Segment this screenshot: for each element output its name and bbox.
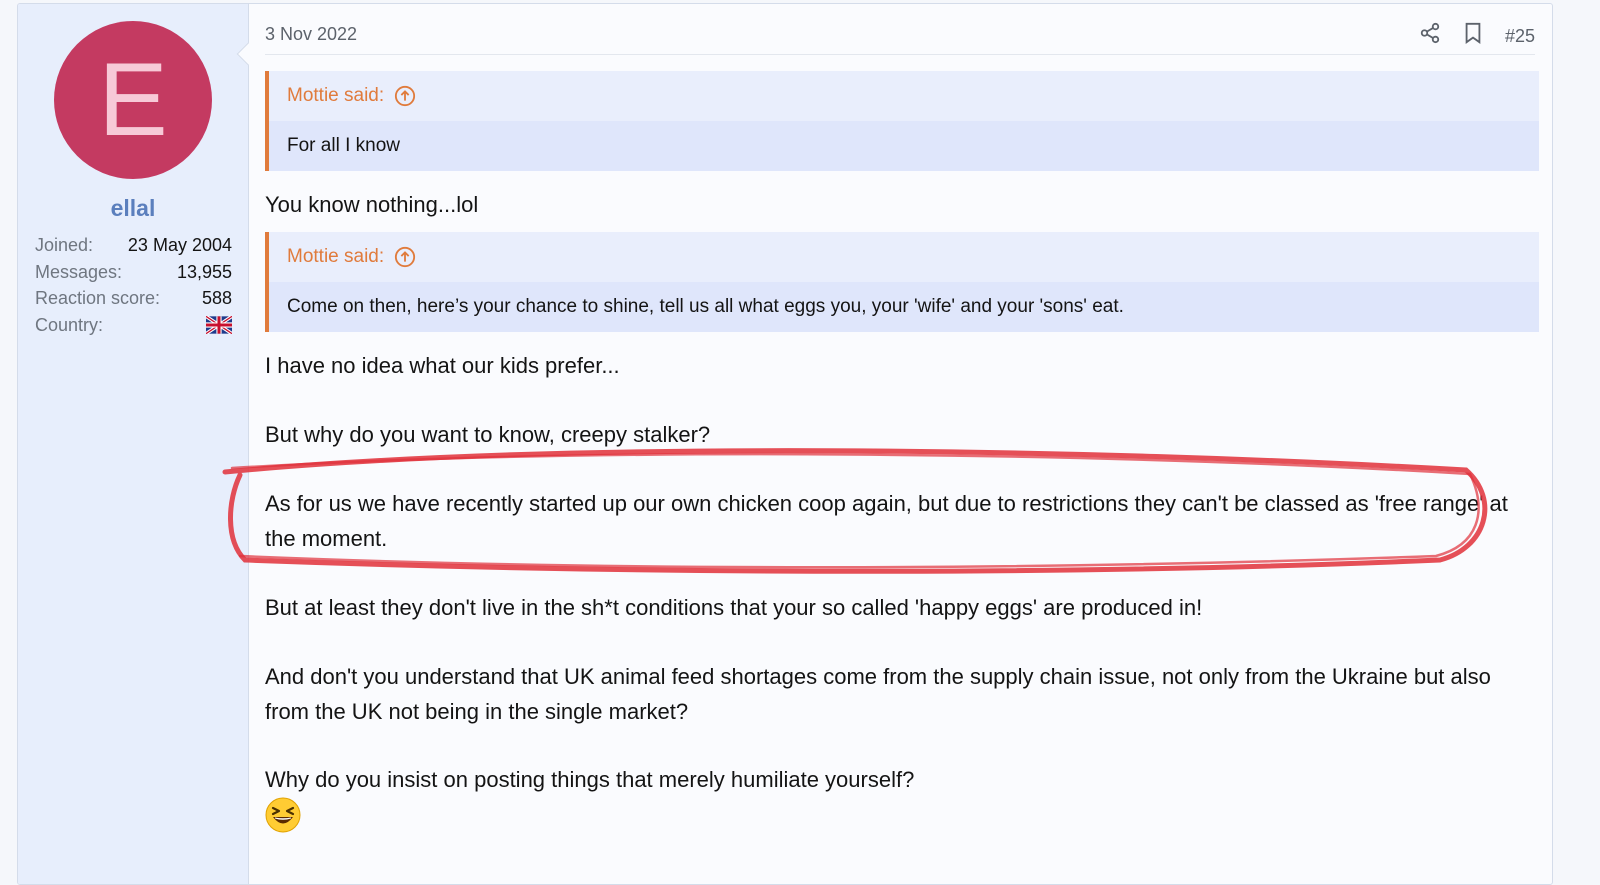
quote-author-link[interactable]: Mottie said: [269,71,1539,121]
stat-reaction-score: Reaction score: 588 [35,285,232,312]
laughing-squinting-emoji [265,797,301,833]
stat-country: Country: [35,312,232,339]
reply-text: You know nothing...lol [265,192,479,217]
post-content: 3 Nov 2022 #25 Mottie said: For all I kn… [265,4,1539,884]
paragraph: I have no idea what our kids prefer... [265,353,620,378]
quote-text: For all I know [269,121,1539,171]
stat-messages: Messages: 13,955 [35,259,232,286]
quote-author[interactable]: Mottie said: [287,85,384,107]
avatar[interactable]: E [54,21,212,179]
username-link[interactable]: ellal [18,195,248,222]
post-number-link[interactable]: #25 [1505,24,1535,48]
user-stats: Joined: 23 May 2004 Messages: 13,955 Rea… [35,232,232,338]
user-sidebar: E ellal Joined: 23 May 2004 Messages: 13… [18,4,249,884]
quote-author[interactable]: Mottie said: [287,246,384,268]
stat-label: Country: [35,314,104,335]
jump-up-icon[interactable] [394,85,416,107]
stat-label: Messages: [35,261,123,282]
paragraph: But at least they don't live in the sh*t… [265,595,1203,620]
stat-value: 23 May 2004 [127,235,232,255]
stat-joined: Joined: 23 May 2004 [35,232,232,259]
quote-text: Come on then, here’s your chance to shin… [269,282,1539,332]
post-actions: #25 [1397,22,1535,49]
bookmark-icon[interactable] [1463,22,1483,49]
paragraph: Why do you insist on posting things that… [265,767,915,792]
stat-label: Joined: [35,235,94,255]
paragraph: And don't you understand that UK animal … [265,664,1491,724]
quote-author-link[interactable]: Mottie said: [269,232,1539,282]
quote-block: Mottie said: Come on then, here’s your c… [265,232,1539,332]
quote-block: Mottie said: For all I know [265,71,1539,171]
share-icon[interactable] [1419,22,1441,49]
stat-value: 588 [201,288,232,308]
jump-up-icon[interactable] [394,246,416,268]
post-date[interactable]: 3 Nov 2022 [265,24,357,45]
paragraph-highlighted: As for us we have recently started up ou… [265,491,1508,551]
uk-flag-icon [206,315,232,334]
stat-label: Reaction score: [35,288,161,308]
forum-post: E ellal Joined: 23 May 2004 Messages: 13… [17,3,1553,885]
paragraph: But why do you want to know, creepy stal… [265,422,711,447]
stat-value: 13,955 [176,261,232,282]
post-header: 3 Nov 2022 #25 [265,22,1535,55]
